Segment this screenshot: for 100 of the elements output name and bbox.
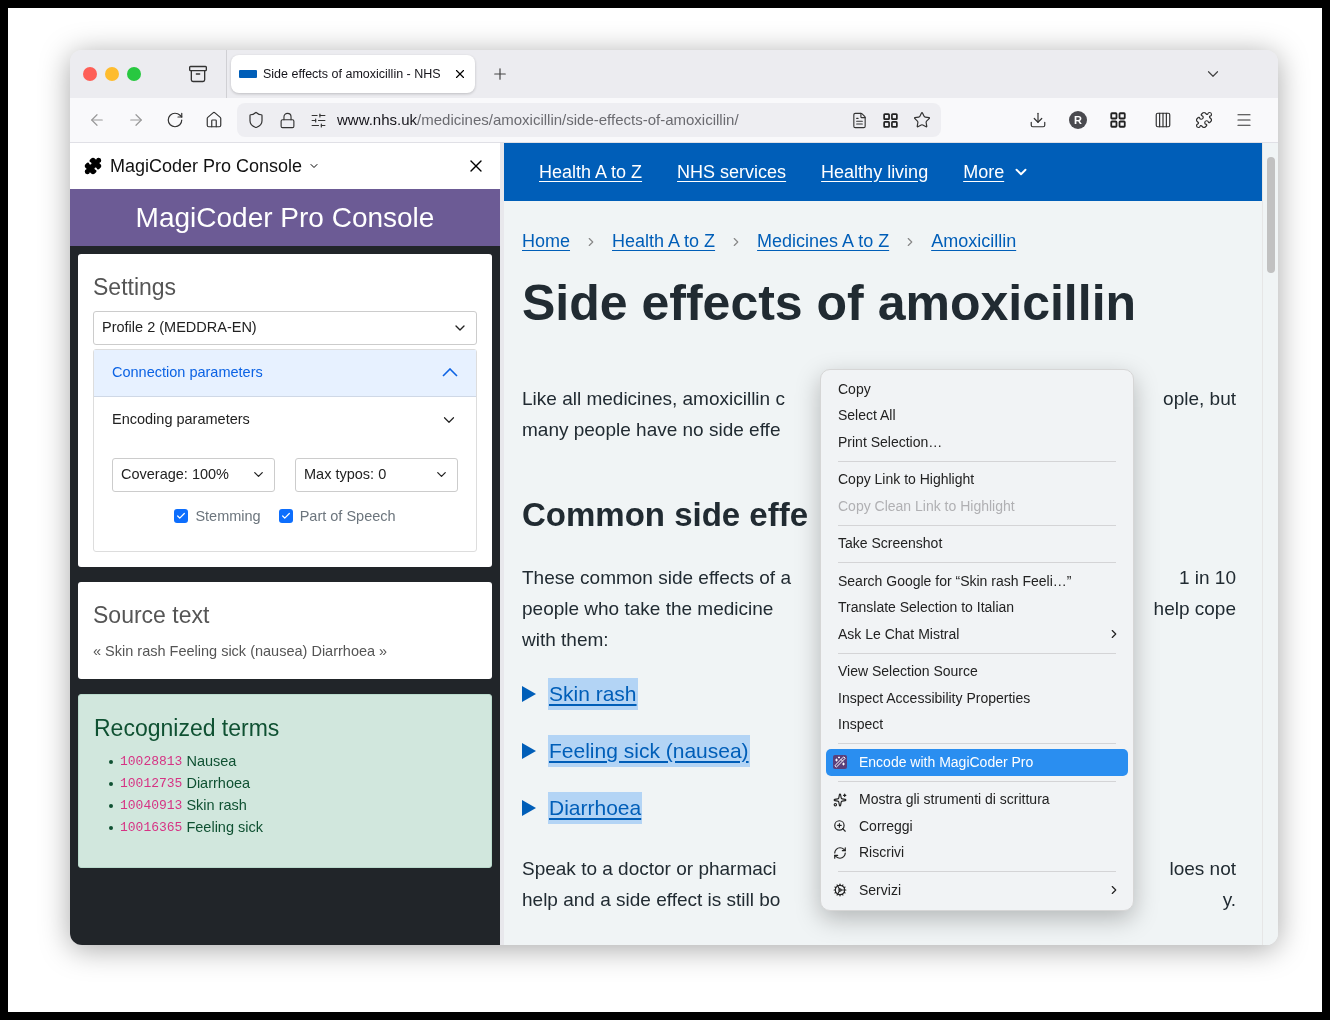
bullet-icon [109,760,113,764]
nav-link[interactable]: NHS services [677,158,787,186]
paragraph-text: help and a side effect is still bo [522,888,781,912]
bullet-icon [109,782,113,786]
home-icon[interactable] [205,111,223,129]
term-code: 10016365 [120,819,183,838]
card-title: Source text [93,601,211,631]
checkbox-label: Part of Speech [299,506,396,526]
menu-item[interactable]: View Selection Source [826,658,1128,685]
close-icon[interactable] [453,67,467,81]
new-tab-icon[interactable] [491,65,509,83]
scrollbar-thumb[interactable] [1266,157,1275,273]
card-title: Settings [93,273,178,302]
paragraph-text: help cope [1153,597,1236,621]
paragraph-text: Speak to a doctor or pharmaci [522,857,777,881]
term-name: Nausea [186,752,237,772]
grid-icon[interactable] [1109,111,1127,129]
paragraph-text: y. [1222,888,1236,912]
paragraph-text: ople, but [1163,387,1236,411]
menu-item[interactable]: Copy [826,376,1128,403]
address-bar[interactable]: www.nhs.uk/medicines/amoxicillin/side-effects-of-amoxicillin/ [237,103,941,137]
bullet-icon [109,804,113,808]
forward-icon[interactable] [127,111,145,129]
grid-icon[interactable] [882,111,899,129]
lock-icon[interactable] [279,111,296,129]
breadcrumb-link[interactable]: Home [522,228,570,255]
option-select[interactable]: Coverage: 100% [112,457,275,492]
menu-item[interactable]: Take Screenshot [826,530,1128,557]
breadcrumb-link[interactable]: Health A to Z [612,228,716,255]
triangle-icon[interactable] [522,800,536,816]
menu-item[interactable]: Select All [826,402,1128,429]
term-code: 10012735 [120,775,183,794]
url-text: www.nhs.uk/medicines/amoxicillin/side-effects-of-amoxicillin/ [337,109,739,130]
menu-item[interactable]: Copy Link to Highlight [826,466,1128,493]
term-code: 10040913 [120,797,183,816]
shield-icon[interactable] [247,111,265,129]
checkbox[interactable] [174,509,189,524]
nav-link[interactable]: Healthy living [821,158,929,186]
paragraph-text: Like all medicines, amoxicillin c [522,387,785,411]
menu-item[interactable]: Search Google for “Skin rash Feeli…” [826,568,1128,595]
breadcrumb-link[interactable]: Medicines A to Z [757,228,890,255]
term-name: Diarrhoea [186,774,251,794]
permissions-icon[interactable] [310,111,327,129]
paragraph-text: 1 in 10 [1178,566,1236,590]
magnifier-icon [833,819,847,834]
section-heading: Common side effe [522,495,809,535]
breadcrumb-link[interactable]: Amoxicillin [931,228,1017,255]
card-title: Recognized terms [94,713,281,743]
refresh-icon [833,845,847,860]
console-banner: MagiCoder Pro Console [70,189,500,246]
option-select[interactable]: Max typos: 0 [295,457,458,492]
columns-icon[interactable] [1153,111,1173,129]
paragraph-text: people who take the medicine [522,597,774,621]
menu-item[interactable]: Correggi [826,813,1128,840]
menu-item[interactable]: Ask Le Chat Mistral [826,621,1128,648]
back-icon[interactable] [88,111,106,129]
triangle-icon[interactable] [522,743,536,759]
tab-list-icon[interactable] [188,64,208,84]
download-icon[interactable] [1029,111,1047,129]
check-icon [176,511,187,522]
puzzle-icon [84,157,102,175]
paragraph-text: with them: [522,628,609,652]
browser-tab[interactable]: Side effects of amoxicillin - NHS [231,55,475,93]
tab-title: Side effects of amoxicillin - NHS [263,65,441,83]
bookmark-star-icon[interactable] [913,111,931,129]
paragraph-text: These common side effects of a [522,566,791,590]
reload-icon[interactable] [166,111,184,129]
checkbox[interactable] [278,509,293,524]
wand-icon [833,755,847,770]
profile-select[interactable]: Profile 2 (MEDDRA-EN) [93,310,477,345]
checkbox-label: Stemming [195,506,261,526]
nav-link[interactable]: Health A to Z [539,158,643,186]
bullet-icon [109,826,113,830]
paragraph-text: many people have no side effe [522,418,781,442]
close-window-icon[interactable] [83,67,97,81]
profile-avatar[interactable]: R [1069,111,1087,129]
accordion-header[interactable]: Connection parameters [94,349,476,397]
paragraph-text: loes not [1169,857,1236,881]
page-title: Side effects of amoxicillin [522,274,1138,333]
term-code: 10028813 [120,753,183,772]
term-name: Skin rash [186,796,247,816]
menu-icon[interactable] [1235,111,1253,129]
site-logo-icon [239,70,257,78]
puzzle-icon[interactable] [1195,111,1213,129]
check-icon [280,511,291,522]
gears-icon [833,883,847,898]
menu-item[interactable]: Inspect [826,711,1128,738]
triangle-icon[interactable] [522,686,536,702]
nav-link[interactable]: More [963,158,1031,186]
menu-item[interactable]: Print Selection… [826,429,1128,456]
menu-item[interactable]: Mostra gli strumenti di scrittura [826,786,1128,813]
reader-view-icon[interactable] [851,111,868,129]
details-link[interactable]: Skin rash [548,678,638,710]
menu-item[interactable]: Translate Selection to Italian [826,594,1128,621]
details-link[interactable]: Diarrhoea [548,792,643,824]
menu-item[interactable]: Inspect Accessibility Properties [826,685,1128,712]
chevron-up-icon [442,368,458,377]
menu-item[interactable]: Servizi [826,877,1128,904]
details-link[interactable]: Feeling sick (nausea) [548,735,750,767]
menu-item[interactable]: Riscrivi [826,839,1128,866]
